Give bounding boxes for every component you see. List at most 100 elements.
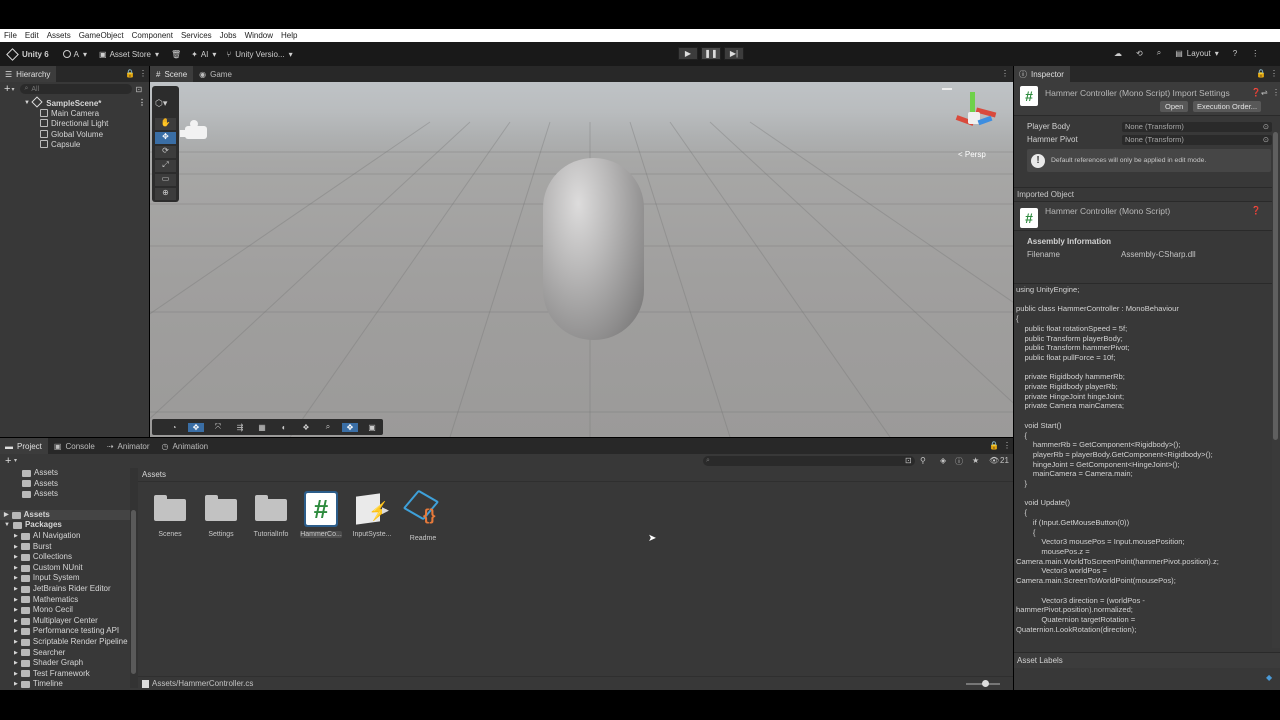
capsule-object[interactable]	[543, 158, 644, 340]
orientation-gizmo[interactable]	[950, 92, 1000, 147]
tab-inspector[interactable]: ⓘ Inspector	[1014, 66, 1070, 82]
filter-icon[interactable]: ⚲	[920, 456, 926, 465]
package-item[interactable]: ▶ Test Framework	[0, 669, 133, 680]
package-item[interactable]: ▶ Searcher	[0, 648, 133, 659]
project-search-input[interactable]: ⌕	[703, 456, 915, 466]
asset-tile[interactable]: {} Readme	[402, 489, 444, 542]
camera-gizmo-icon[interactable]	[180, 120, 210, 142]
asset-tile[interactable]: ⚡ ▶ InputSyste...	[351, 493, 393, 538]
trash-button[interactable]: 🗑	[171, 50, 181, 59]
package-item[interactable]: ▶ Shader Graph	[0, 658, 133, 669]
more-icon[interactable]: ⋮	[1003, 441, 1011, 450]
more-icon[interactable]: ⋮	[1270, 69, 1278, 78]
package-item[interactable]: ▶ Multiplayer Center	[0, 616, 133, 627]
preset-icon[interactable]: ⇌	[1261, 88, 1268, 97]
tab-console[interactable]: ▣ Console	[48, 438, 101, 454]
history-icon[interactable]: ⟲	[1136, 49, 1143, 58]
slider-thumb[interactable]	[982, 680, 989, 687]
asset-tile[interactable]: Settings	[200, 495, 242, 538]
assets-root[interactable]: ▶ Assets	[0, 509, 133, 521]
asset-tile-selected[interactable]: # HammerCo...	[300, 491, 342, 538]
hierarchy-item[interactable]: Global Volume	[0, 129, 149, 141]
help-icon[interactable]: ❓	[1251, 206, 1261, 215]
icon-size-slider[interactable]	[966, 680, 1000, 687]
tab-game[interactable]: ◉ Game	[193, 66, 238, 82]
script-source-preview[interactable]: using UnityEngine; public class HammerCo…	[1014, 283, 1272, 648]
move-icon[interactable]: ✥	[188, 422, 204, 432]
effects-icon[interactable]: ❖	[298, 423, 314, 432]
more-icon[interactable]: ⋮	[139, 69, 147, 78]
menu-lines-icon[interactable]	[942, 88, 952, 90]
cloud-icon[interactable]: ☁	[1114, 49, 1122, 58]
add-button[interactable]: +	[5, 455, 11, 467]
hand-tool-button[interactable]: ✋	[155, 118, 176, 130]
label-icon[interactable]: ◈	[940, 456, 946, 465]
execution-order-button[interactable]: Execution Order...	[1193, 101, 1262, 112]
package-item[interactable]: ▶ Scriptable Render Pipeline	[0, 637, 133, 648]
scale-tool-button[interactable]: ⤢	[155, 160, 176, 172]
lock-icon[interactable]: 🔒	[989, 441, 999, 450]
zoom-icon[interactable]: ⌕	[320, 422, 336, 432]
transform-tool-button[interactable]: ⊕	[155, 188, 176, 200]
shading-icon[interactable]: ◐	[276, 423, 292, 432]
favorite-item[interactable]: Assets	[0, 489, 133, 500]
more-icon[interactable]: ⋮	[138, 98, 146, 109]
tab-hierarchy[interactable]: ☰ Hierarchy	[0, 66, 57, 82]
menu-file[interactable]: File	[4, 31, 17, 40]
package-item[interactable]: ▶ Performance testing API	[0, 626, 133, 637]
tree-scrollbar[interactable]	[130, 468, 138, 688]
asset-store-dropdown[interactable]: ▣ Asset Store ▾	[99, 50, 159, 59]
grid-snap-icon[interactable]: ▦	[254, 423, 270, 432]
breadcrumb-assets[interactable]: Assets	[142, 470, 166, 479]
favorite-item[interactable]: Assets	[0, 468, 133, 479]
ai-dropdown[interactable]: ✦ AI ▾	[191, 50, 216, 59]
menu-window[interactable]: Window	[245, 31, 273, 40]
add-button[interactable]: +	[4, 83, 10, 95]
hierarchy-item[interactable]: Main Camera	[0, 108, 149, 120]
unity-button[interactable]: Unity 6	[6, 47, 49, 61]
menu-component[interactable]: Component	[132, 31, 173, 40]
projection-label[interactable]: < Persp	[958, 150, 986, 159]
scene-viewport[interactable]: ⬡▾ ✋ ✥ ⟳ ⤢ ▭ ⊕ < Persp ◔ ✥ ⤧ ⇶ ▦ ◐ ❖ ⌕ ✥…	[150, 82, 1013, 437]
scene-row[interactable]: ▼ SampleScene* ⋮	[0, 96, 149, 109]
tab-animator[interactable]: ⇢ Animator	[101, 438, 156, 454]
object-picker-icon[interactable]: ⊙	[1263, 135, 1269, 145]
menu-jobs[interactable]: Jobs	[220, 31, 237, 40]
move-tool-button[interactable]: ✥	[155, 132, 176, 144]
scrollbar-thumb[interactable]	[1273, 132, 1278, 440]
package-item[interactable]: ▶ Mono Cecil	[0, 605, 133, 616]
object-field[interactable]: None (Transform) ⊙	[1122, 121, 1272, 132]
pivot-icon[interactable]: ⤧	[210, 422, 226, 432]
package-item[interactable]: ▶ Custom NUnit	[0, 563, 133, 574]
lock-icon[interactable]: 🔒	[125, 69, 135, 78]
step-button[interactable]: ▶|	[724, 47, 744, 60]
hierarchy-search-input[interactable]: ⌕ All	[20, 84, 133, 94]
layout-dropdown[interactable]: ▤ Layout ▾	[1175, 49, 1219, 58]
more-icon[interactable]: ⋮	[1001, 69, 1009, 78]
inspector-scrollbar[interactable]	[1272, 132, 1280, 648]
eye-icon[interactable]: 👁	[989, 456, 999, 465]
packages-root[interactable]: ▼ Packages	[0, 520, 133, 531]
more-icon[interactable]: ⋮	[1272, 88, 1280, 97]
account-dropdown[interactable]: A ▾	[62, 50, 87, 59]
hierarchy-item[interactable]: Directional Light	[0, 119, 149, 130]
package-item[interactable]: ▶ AI Navigation	[0, 531, 133, 542]
help-icon[interactable]: ❓	[1251, 88, 1261, 97]
version-control-dropdown[interactable]: ⑂ Unity Versio... ▾	[226, 50, 292, 59]
menu-assets[interactable]: Assets	[47, 31, 71, 40]
more-icon[interactable]: ⋮	[1251, 49, 1259, 58]
help-icon[interactable]: ?	[1233, 49, 1237, 58]
lock-icon[interactable]: 🔒	[1256, 69, 1266, 78]
menu-edit[interactable]: Edit	[25, 31, 39, 40]
package-item[interactable]: ▶ Collections	[0, 552, 133, 563]
open-button[interactable]: Open	[1160, 101, 1189, 112]
asset-tile[interactable]: Scenes	[149, 495, 191, 538]
play-button[interactable]: ▶	[678, 47, 698, 60]
tab-scene[interactable]: # Scene	[150, 66, 194, 82]
info-icon[interactable]: ⓘ	[955, 456, 963, 467]
view-options-button[interactable]: ⬡▾	[155, 98, 167, 109]
scrollbar-thumb[interactable]	[131, 510, 136, 674]
package-item[interactable]: ▶ Input System	[0, 573, 133, 584]
tag-icon[interactable]: ◆	[1266, 673, 1272, 682]
tab-project[interactable]: ▬ Project	[0, 438, 48, 454]
